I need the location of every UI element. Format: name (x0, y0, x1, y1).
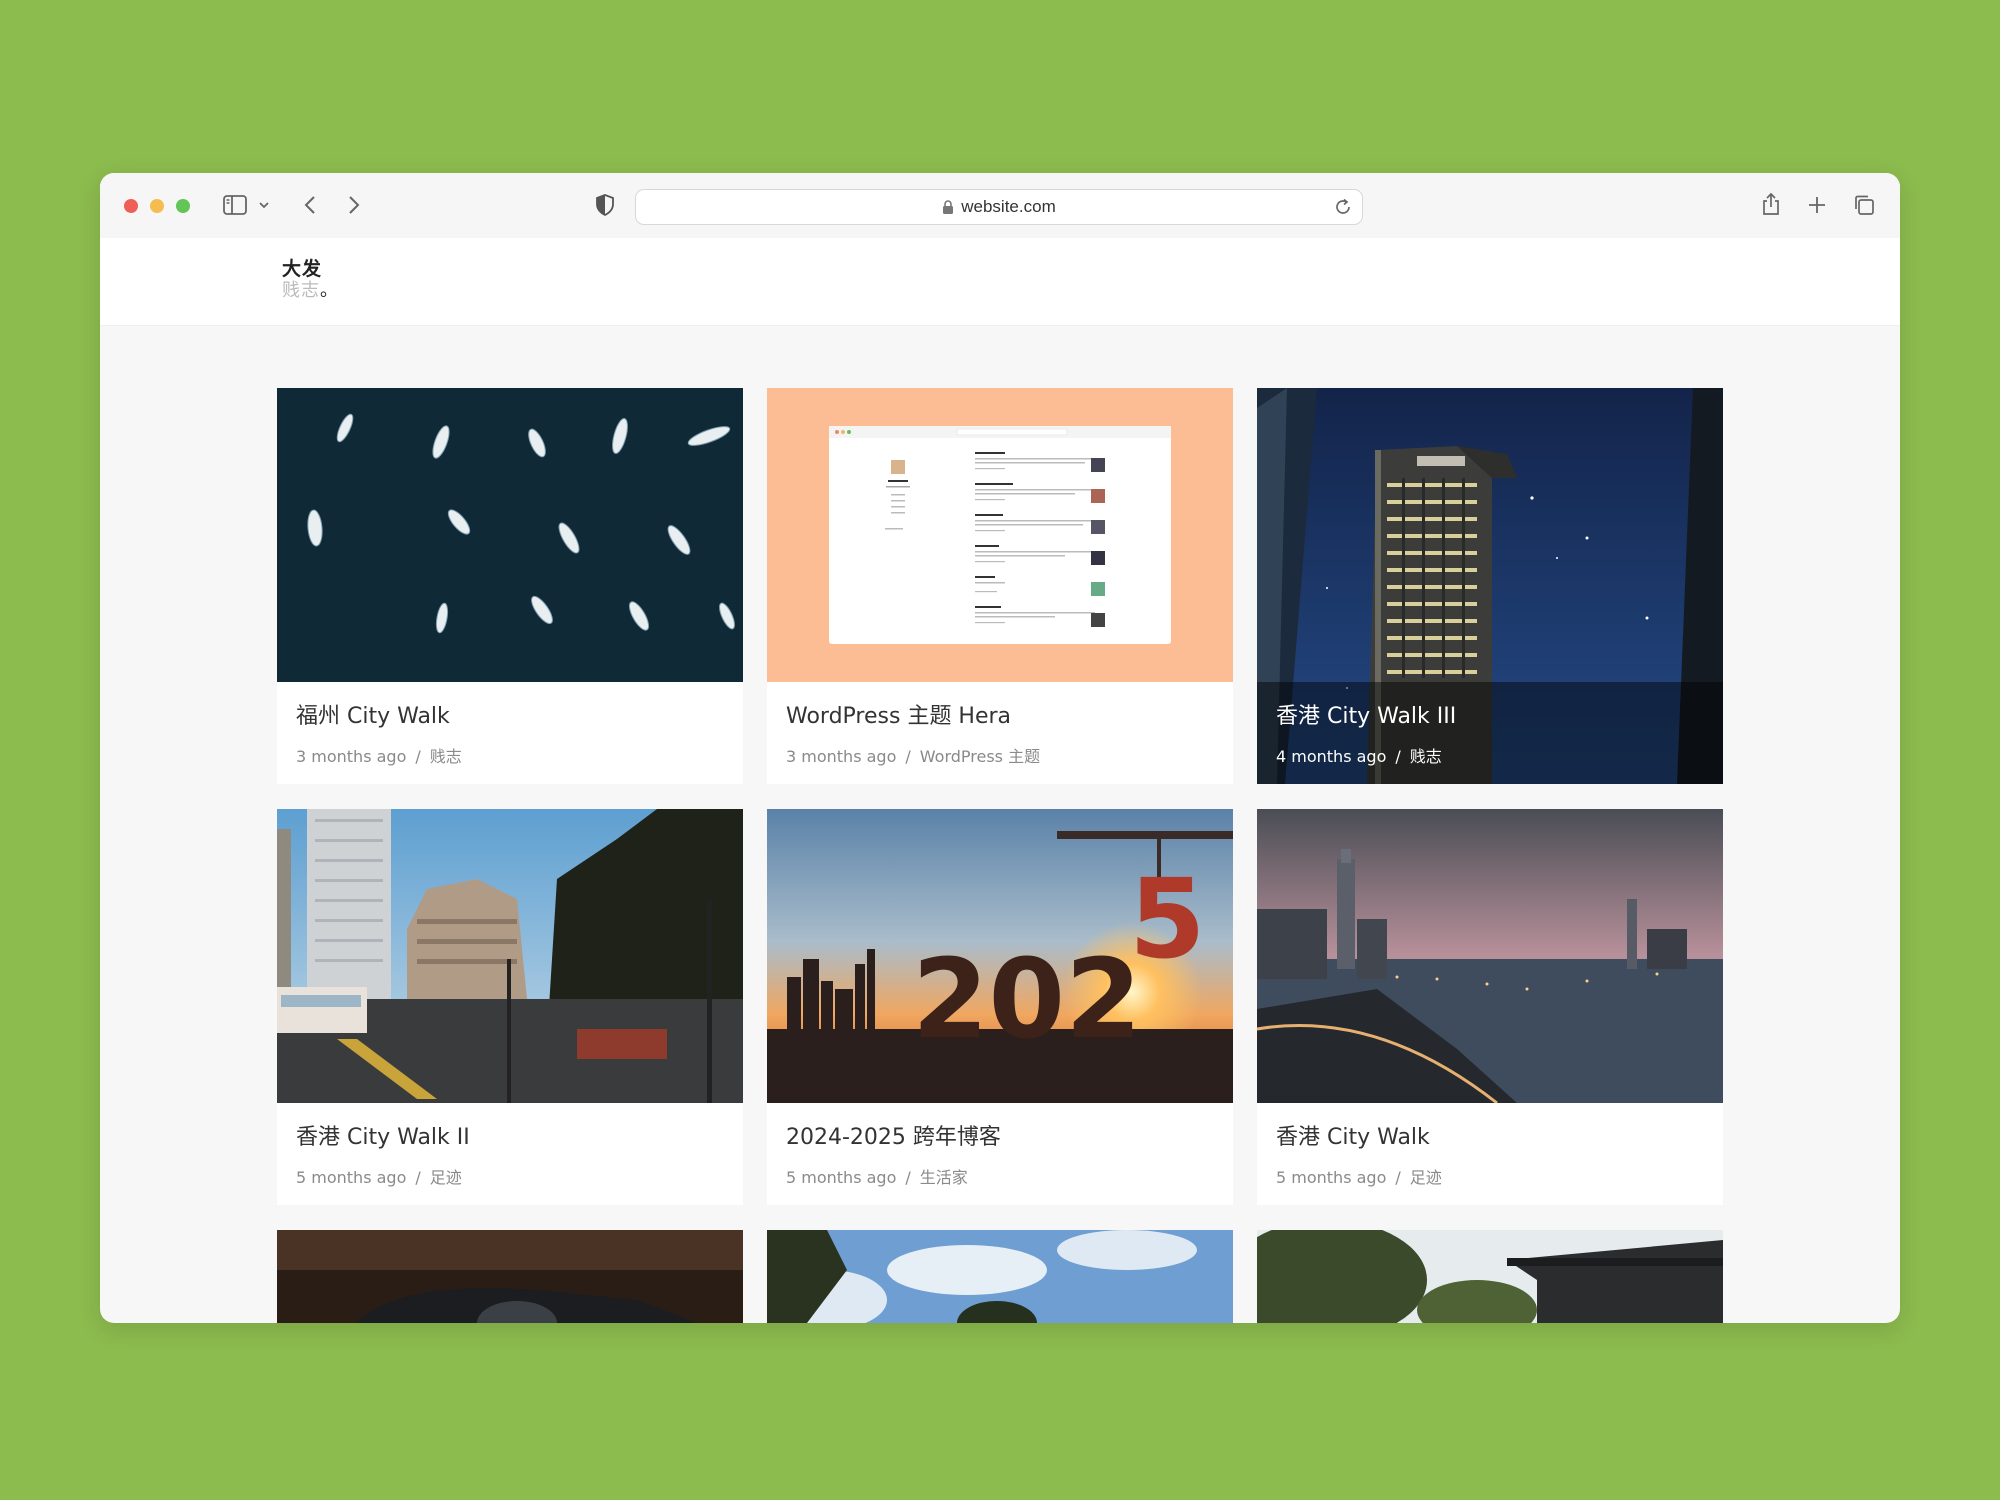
zoom-window-button[interactable] (176, 199, 190, 213)
post-card[interactable]: 香港 City Walk III 4 months ago / 贱志 (1257, 388, 1723, 784)
logo-line-2: 贱志。 (282, 280, 339, 302)
2025-hanging-digit: 5 (1129, 855, 1206, 983)
post-thumbnail[interactable] (1257, 809, 1723, 1103)
post-card[interactable]: 福州 City Walk 3 months ago / 贱志 (277, 388, 743, 784)
post-time: 4 months ago (1276, 747, 1387, 766)
post-category[interactable]: 足迹 (430, 1168, 462, 1187)
post-card[interactable] (277, 1230, 743, 1323)
site-logo[interactable]: 大发 贱志。 (282, 258, 339, 302)
close-window-button[interactable] (124, 199, 138, 213)
post-title[interactable]: 福州 City Walk (296, 698, 462, 730)
meta-separator: / (905, 1168, 911, 1187)
post-time: 3 months ago (296, 747, 407, 766)
post-thumbnail[interactable] (767, 388, 1233, 682)
post-meta: 5 months ago / 生活家 (786, 1164, 1001, 1188)
post-card[interactable]: 香港 City Walk 5 months ago / 足迹 (1257, 809, 1723, 1205)
forward-arrow-icon[interactable] (344, 193, 364, 217)
post-thumbnail[interactable]: 202 5 (767, 809, 1233, 1103)
sidebar-toggle-icon[interactable] (222, 193, 248, 217)
post-time: 5 months ago (296, 1168, 407, 1187)
url-text: website.com (961, 197, 1056, 216)
post-category[interactable]: 贱志 (430, 747, 462, 766)
logo-period: 。 (320, 280, 339, 301)
post-time: 5 months ago (1276, 1168, 1387, 1187)
logo-line-2-text: 贱志 (282, 280, 320, 301)
post-time: 5 months ago (786, 1168, 897, 1187)
meta-separator: / (415, 747, 421, 766)
meta-separator: / (415, 1168, 421, 1187)
post-info: 香港 City Walk III 4 months ago / 贱志 (1276, 698, 1456, 767)
site-header: 大发 贱志。 (100, 238, 1900, 326)
reload-icon[interactable] (1334, 198, 1352, 221)
post-info: WordPress 主题 Hera 3 months ago / WordPress… (786, 698, 1040, 767)
post-meta: 3 months ago / WordPress 主题 (786, 743, 1040, 767)
post-thumbnail[interactable] (277, 809, 743, 1103)
post-title[interactable]: 2024-2025 跨年博客 (786, 1119, 1001, 1151)
meta-separator: / (1395, 1168, 1401, 1187)
post-title[interactable]: 香港 City Walk III (1276, 698, 1456, 730)
post-thumbnail[interactable] (1257, 1230, 1723, 1323)
share-icon[interactable] (1760, 190, 1782, 218)
back-arrow-icon[interactable] (300, 193, 320, 217)
post-category[interactable]: WordPress 主题 (920, 747, 1040, 766)
post-meta: 5 months ago / 足迹 (1276, 1164, 1442, 1188)
post-thumbnail[interactable] (277, 1230, 743, 1323)
post-card[interactable]: WordPress 主题 Hera 3 months ago / WordPress… (767, 388, 1233, 784)
post-info: 香港 City Walk II 5 months ago / 足迹 (296, 1119, 470, 1188)
post-info: 福州 City Walk 3 months ago / 贱志 (296, 698, 462, 767)
post-meta: 3 months ago / 贱志 (296, 743, 462, 767)
minimize-window-button[interactable] (150, 199, 164, 213)
post-thumbnail[interactable] (277, 388, 743, 682)
post-time: 3 months ago (786, 747, 897, 766)
post-meta: 5 months ago / 足迹 (296, 1164, 470, 1188)
post-category[interactable]: 足迹 (1410, 1168, 1442, 1187)
post-title[interactable]: WordPress 主题 Hera (786, 698, 1040, 730)
lock-icon (942, 199, 954, 215)
2025-sign-text: 202 (912, 935, 1142, 1063)
post-info: 香港 City Walk 5 months ago / 足迹 (1276, 1119, 1442, 1188)
post-card[interactable]: 202 5 2024-2025 跨年博客 5 months ago / 生活家 (767, 809, 1233, 1205)
post-card[interactable] (1257, 1230, 1723, 1323)
browser-window: website.com 大发 贱志。 福州 City Walk 3 months… (100, 173, 1900, 1323)
tab-overview-icon[interactable] (1852, 193, 1876, 217)
post-title[interactable]: 香港 City Walk (1276, 1119, 1442, 1151)
post-card[interactable]: 香港 City Walk II 5 months ago / 足迹 (277, 809, 743, 1205)
new-tab-plus-icon[interactable] (1806, 194, 1828, 216)
post-category[interactable]: 贱志 (1410, 747, 1442, 766)
post-meta: 4 months ago / 贱志 (1276, 743, 1456, 767)
post-thumbnail[interactable] (767, 1230, 1233, 1323)
post-title[interactable]: 香港 City Walk II (296, 1119, 470, 1151)
browser-toolbar: website.com (100, 173, 1900, 238)
meta-separator: / (1395, 747, 1401, 766)
post-info: 2024-2025 跨年博客 5 months ago / 生活家 (786, 1119, 1001, 1188)
privacy-shield-icon[interactable] (594, 193, 616, 217)
post-category[interactable]: 生活家 (920, 1168, 968, 1187)
logo-line-1: 大发 (282, 258, 323, 280)
meta-separator: / (905, 747, 911, 766)
post-card[interactable] (767, 1230, 1233, 1323)
address-bar[interactable]: website.com (635, 189, 1363, 225)
chevron-down-icon[interactable] (258, 199, 270, 211)
